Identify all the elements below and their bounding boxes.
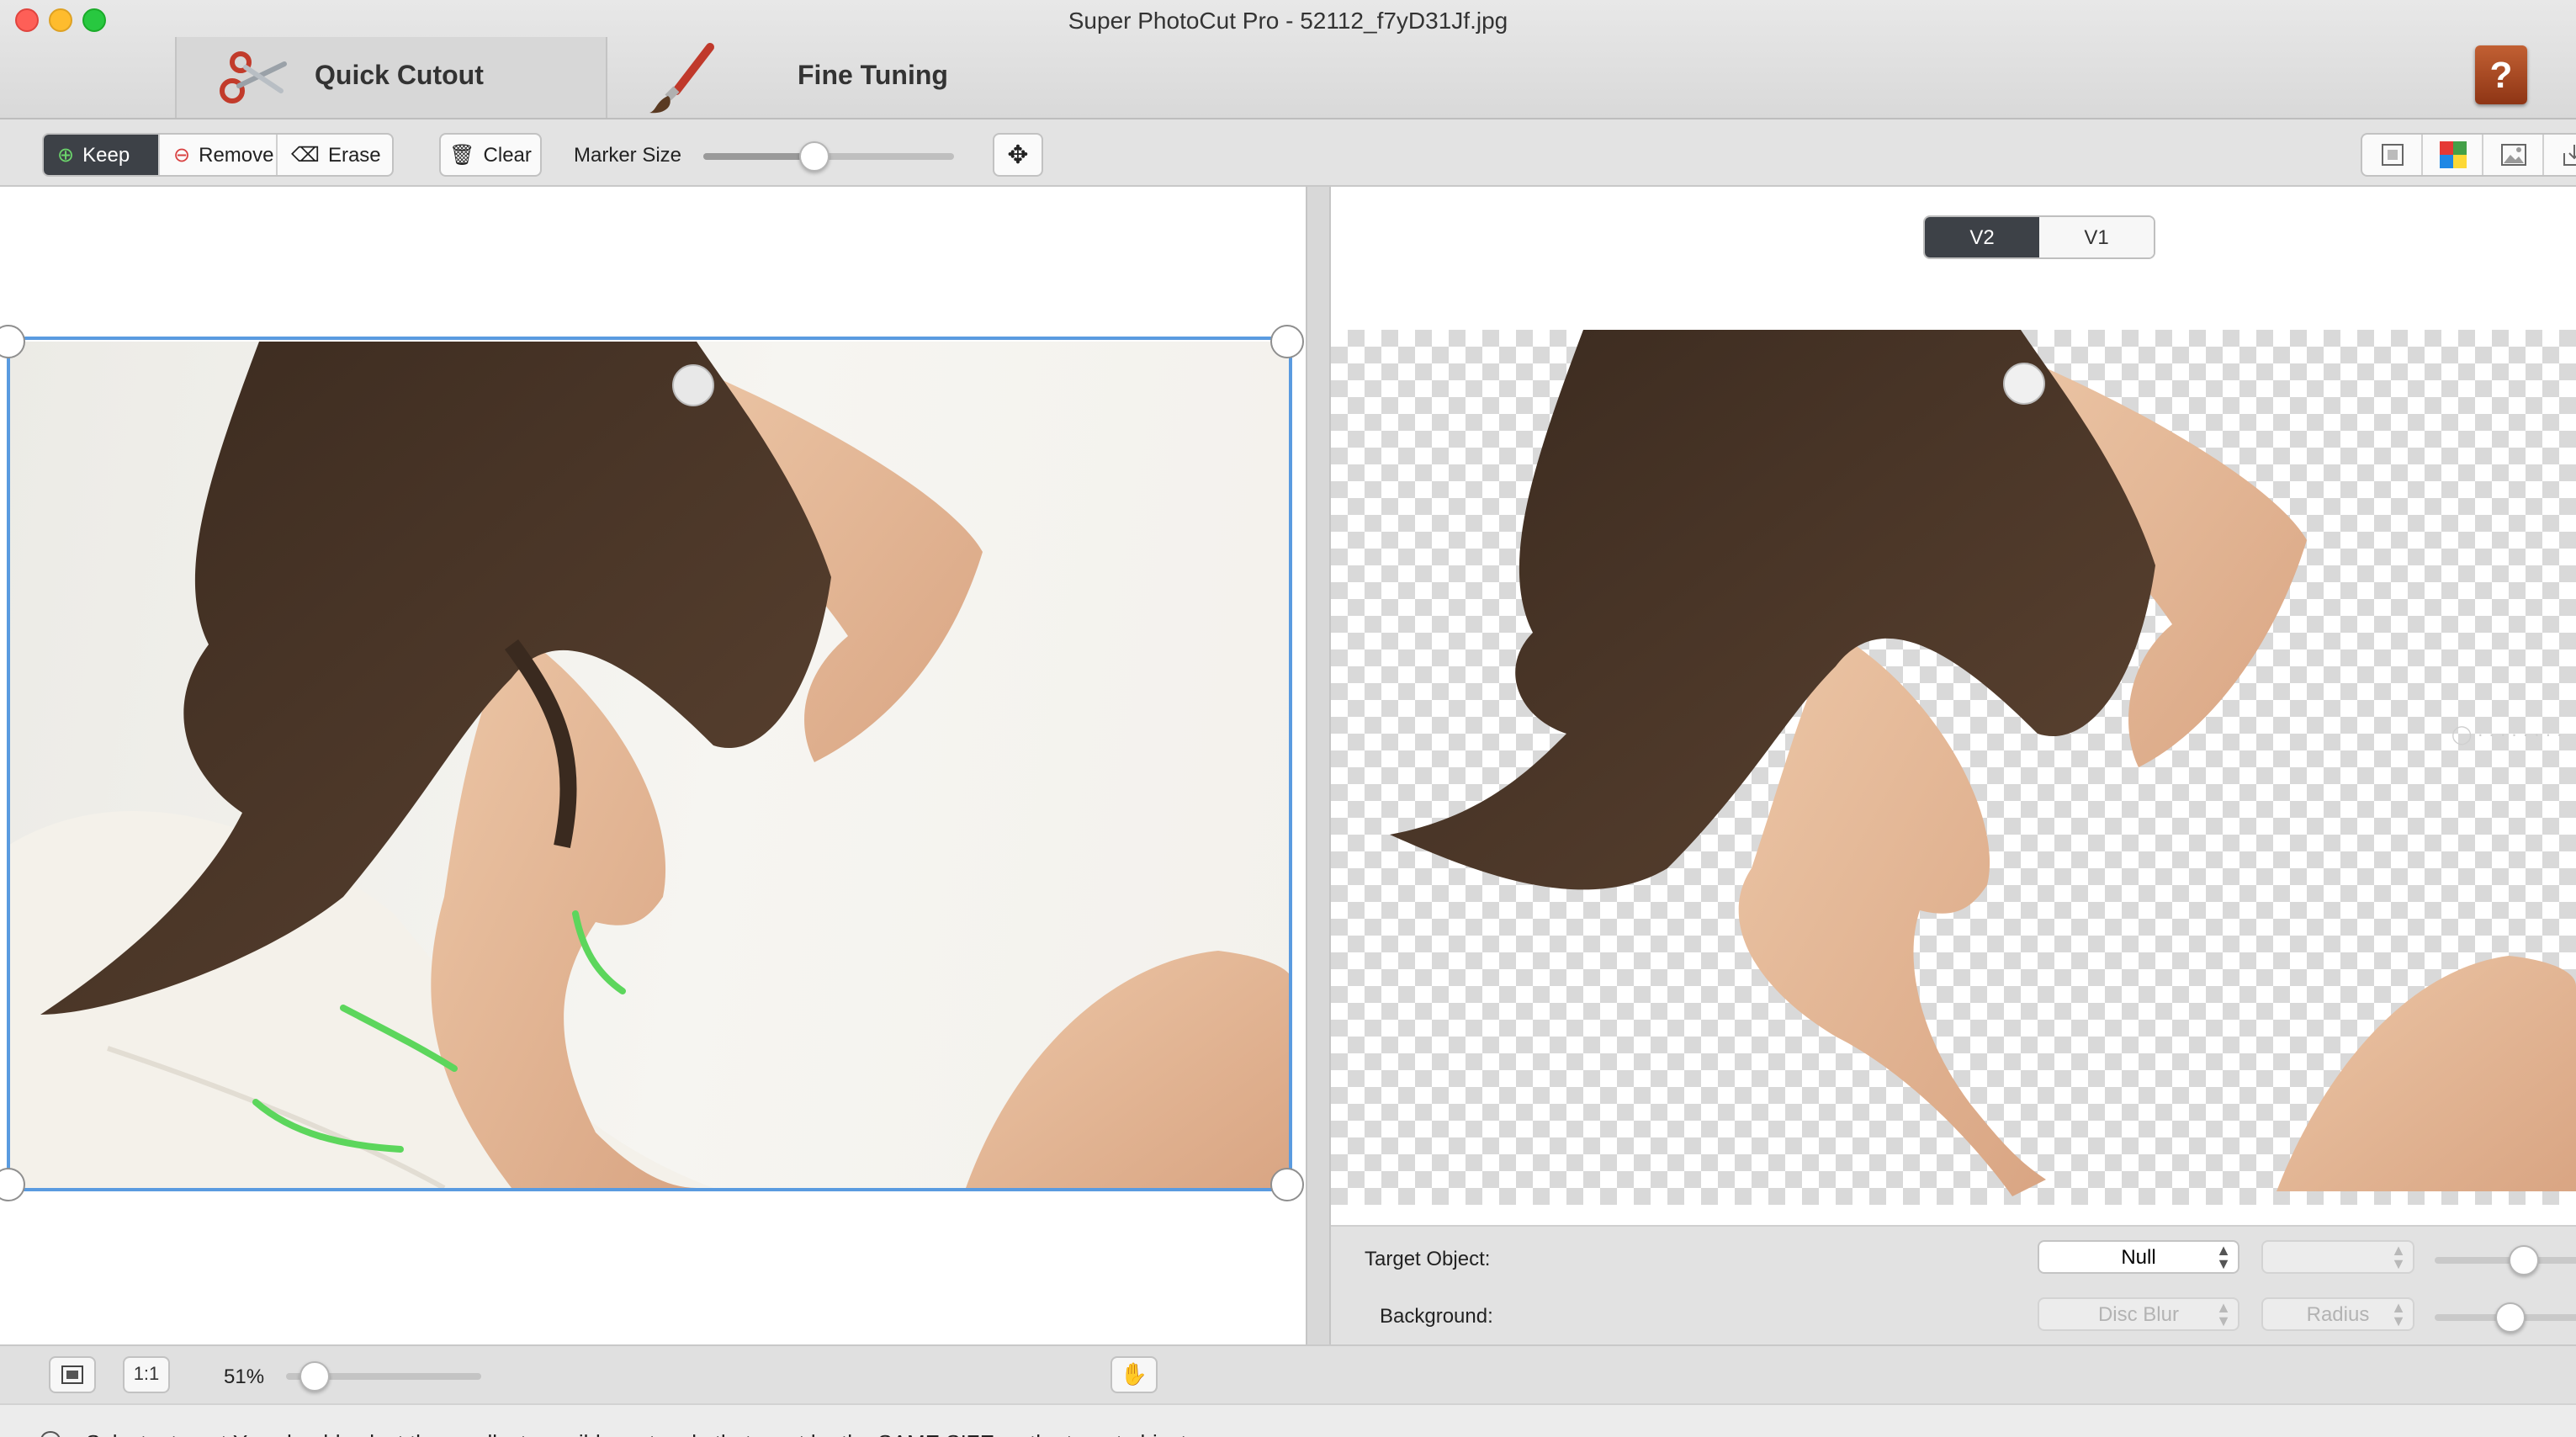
move-tool-button[interactable]: ✥	[993, 133, 1043, 177]
trash-icon: 🗑	[449, 143, 475, 167]
cutout-art	[1390, 330, 2576, 1196]
clear-label: Clear	[483, 143, 532, 167]
paintbrush-icon	[649, 43, 714, 114]
marker-size-fill	[703, 153, 814, 160]
radius-select[interactable]: Radius ▲ ▼	[2261, 1297, 2414, 1331]
zoom-level: 51%	[224, 1365, 265, 1388]
marker-size-slider[interactable]	[703, 141, 954, 172]
move-arrows-icon: ✥	[1007, 141, 1029, 170]
remove-label: Remove	[199, 143, 274, 167]
title-bar: Super PhotoCut Pro - 52112_f7yD31Jf.jpg …	[0, 0, 2576, 119]
toolbar: ⊕ Keep ⊖ Remove ⌫ Erase 🗑 Clear Marker S…	[0, 119, 2576, 187]
help-book-icon[interactable]: ?	[2475, 45, 2527, 104]
image-button[interactable]	[2483, 135, 2544, 175]
version-v2-button[interactable]: V2	[1925, 217, 2039, 257]
erase-label: Erase	[327, 143, 381, 167]
fit-screen-icon	[61, 1365, 83, 1384]
tab-fine-tuning-label: Fine Tuning	[798, 62, 948, 91]
image-icon	[2500, 144, 2526, 166]
preview-pane: V2 V1 ◯ · · · · · · · · Target Object: N…	[1331, 187, 2576, 1346]
zoom-slider-knob[interactable]	[299, 1361, 330, 1392]
scissors-icon	[220, 51, 287, 103]
keep-label: Keep	[82, 143, 130, 167]
zoom-slider[interactable]	[286, 1361, 481, 1392]
window-title: Super PhotoCut Pro - 52112_f7yD31Jf.jpg	[1068, 7, 1508, 34]
lightbulb-icon	[40, 1430, 61, 1437]
target-object-select[interactable]: Null ▲ ▼	[2038, 1240, 2239, 1274]
target-object-value: Null	[2121, 1245, 2156, 1269]
chevron-updown-icon: ▲ ▼	[2216, 1242, 2231, 1272]
fit-screen-button[interactable]	[49, 1356, 96, 1393]
version-segmented-control: V2 V1	[1923, 215, 2155, 259]
hand-tool-button[interactable]: ✋	[1110, 1356, 1158, 1393]
keep-button[interactable]: ⊕ Keep	[44, 135, 160, 175]
fit-view-button[interactable]	[2362, 135, 2423, 175]
export-button[interactable]	[2544, 135, 2576, 175]
chevron-updown-icon: ▲ ▼	[2391, 1299, 2406, 1329]
color-palette-button[interactable]	[2423, 135, 2483, 175]
minus-circle-icon: ⊖	[173, 143, 191, 167]
target-secondary-select[interactable]: ▲ ▼	[2261, 1240, 2414, 1274]
cutout-preview: ◯ · · · · · · · ·	[1331, 330, 2576, 1205]
background-select[interactable]: Disc Blur ▲ ▼	[2038, 1297, 2239, 1331]
color-palette-icon	[2439, 141, 2466, 168]
tab-quick-cutout[interactable]: Quick Cutout	[175, 37, 607, 118]
selection-handle-top-right[interactable]	[1270, 325, 1304, 358]
radius-value: Radius	[2306, 1302, 2370, 1326]
background-label: Background:	[1380, 1304, 1493, 1328]
background-radius-slider-knob[interactable]	[2495, 1302, 2526, 1333]
target-object-slider[interactable]	[2435, 1245, 2576, 1275]
background-radius-slider[interactable]	[2435, 1302, 2576, 1333]
selection-rectangle[interactable]	[7, 337, 1292, 1191]
marker-size-label: Marker Size	[574, 143, 682, 167]
adjustments-panel: Target Object: Null ▲ ▼ ▲ ▼ Background: Di…	[1331, 1225, 2576, 1346]
clear-button[interactable]: 🗑 Clear	[439, 133, 542, 177]
selection-handle-bottom-right[interactable]	[1270, 1168, 1304, 1201]
eraser-icon: ⌫	[291, 143, 320, 167]
pane-splitter[interactable]	[1306, 187, 1331, 1344]
mark-mode-segmented-control: ⊕ Keep ⊖ Remove ⌫ Erase	[42, 133, 394, 177]
view-tools-group	[2361, 133, 2576, 177]
background-value: Disc Blur	[2097, 1302, 2179, 1326]
app-window: Super PhotoCut Pro - 52112_f7yD31Jf.jpg …	[0, 0, 2576, 1437]
version-v1-button[interactable]: V1	[2039, 217, 2154, 257]
erase-button[interactable]: ⌫ Erase	[278, 135, 392, 175]
status-message: Select a target:You should select the sm…	[86, 1430, 1193, 1437]
zoom-bar: 1:1 51% ✋	[0, 1344, 2576, 1403]
hand-tool-icon: ✋	[1120, 1361, 1148, 1387]
export-icon	[2563, 145, 2576, 166]
target-object-slider-knob[interactable]	[2509, 1245, 2539, 1275]
tab-fine-tuning[interactable]: Fine Tuning	[606, 37, 1035, 118]
watermark-logo: ◯ · · · · · · · ·	[2451, 725, 2563, 745]
fit-view-icon	[2381, 144, 2403, 166]
plus-circle-icon: ⊕	[57, 143, 75, 167]
chevron-updown-icon: ▲ ▼	[2391, 1242, 2406, 1272]
source-canvas[interactable]	[0, 187, 1306, 1344]
marker-size-knob[interactable]	[799, 141, 830, 172]
remove-button[interactable]: ⊖ Remove	[160, 135, 278, 175]
status-bar: Select a target:You should select the sm…	[0, 1403, 2576, 1437]
actual-size-button[interactable]: 1:1	[123, 1356, 170, 1393]
chevron-updown-icon: ▲ ▼	[2216, 1299, 2231, 1329]
target-object-label: Target Object:	[1365, 1247, 1491, 1270]
tab-quick-cutout-label: Quick Cutout	[315, 62, 484, 91]
